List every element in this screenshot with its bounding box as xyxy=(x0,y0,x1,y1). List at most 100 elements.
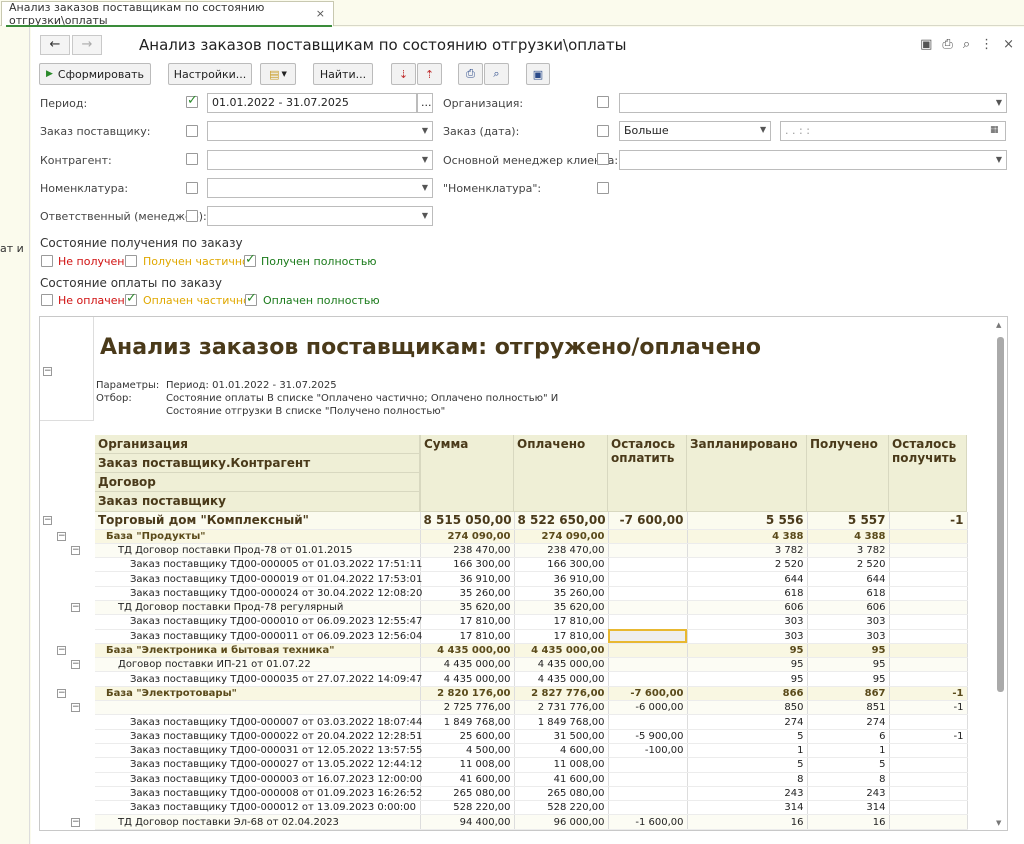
scroll-down-icon[interactable]: ▼ xyxy=(996,819,1001,827)
variants-button[interactable]: ▤ ▼ xyxy=(260,63,296,85)
row-sum[interactable]: 35 260,00 xyxy=(420,586,515,601)
row-name[interactable]: Торговый дом "Комплексный" xyxy=(95,512,421,530)
row-paid[interactable]: 2 827 776,00 xyxy=(514,686,609,702)
row-left-to-pay[interactable] xyxy=(608,671,688,687)
table-row[interactable]: Торговый дом "Комплексный" 8 515 050,00 8 … xyxy=(95,512,968,530)
row-received[interactable]: 274 xyxy=(807,714,890,730)
collapse-row-icon[interactable]: − xyxy=(71,817,80,827)
row-planned[interactable]: 303 xyxy=(687,614,808,630)
row-received[interactable]: 618 xyxy=(807,586,890,601)
order-date-field[interactable]: . . : : xyxy=(780,121,1006,141)
row-left-to-pay[interactable] xyxy=(608,571,688,587)
row-received[interactable]: 6 xyxy=(807,729,890,744)
row-paid[interactable]: 4 435 000,00 xyxy=(514,657,609,673)
row-left-to-receive[interactable]: -1 xyxy=(889,729,968,744)
row-left-to-pay[interactable] xyxy=(608,786,688,802)
row-left-to-receive[interactable] xyxy=(889,800,968,816)
row-paid[interactable]: 8 522 650,00 xyxy=(514,512,609,530)
row-received[interactable]: 4 388 xyxy=(807,529,890,544)
generate-button[interactable]: ▶ Сформировать xyxy=(39,63,151,85)
table-row[interactable]: Заказ поставщику ТД00-000012 от 13.09.20… xyxy=(95,800,968,816)
collapse-button[interactable]: ⇣ xyxy=(391,63,416,85)
calendar-icon[interactable]: ▦ xyxy=(990,125,999,135)
row-paid[interactable]: 1 849 768,00 xyxy=(514,714,609,730)
row-sum[interactable]: 17 810,00 xyxy=(420,614,515,630)
row-paid[interactable]: 2 731 776,00 xyxy=(514,700,609,716)
row-paid[interactable]: 265 080,00 xyxy=(514,786,609,802)
row-left-to-receive[interactable] xyxy=(889,657,968,673)
settings-button[interactable]: Настройки... xyxy=(168,63,252,85)
counterparty-field[interactable]: ▼ xyxy=(207,150,433,170)
row-sum[interactable]: 35 620,00 xyxy=(420,600,515,616)
collapse-row-icon[interactable]: − xyxy=(57,531,66,541)
row-received[interactable]: 5 557 xyxy=(807,512,890,530)
table-row[interactable]: ТД Договор поставки Прод-78 регулярный 35… xyxy=(95,600,968,616)
row-left-to-receive[interactable] xyxy=(889,629,968,644)
row-left-to-pay[interactable] xyxy=(608,714,688,730)
row-paid[interactable]: 4 435 000,00 xyxy=(514,643,609,659)
row-left-to-pay[interactable] xyxy=(608,543,688,559)
table-row[interactable]: База "Электротовары" 2 820 176,00 2 827 77… xyxy=(95,686,968,702)
row-left-to-receive[interactable] xyxy=(889,814,968,830)
row-name[interactable]: ТД Договор поставки Эл-68 от 02.04.2023 xyxy=(95,814,421,830)
row-paid[interactable]: 35 260,00 xyxy=(514,586,609,601)
row-name[interactable]: Заказ поставщику ТД00-000011 от 06.09.20… xyxy=(95,629,422,644)
row-sum[interactable]: 41 600,00 xyxy=(420,772,515,787)
collapse-row-icon[interactable]: − xyxy=(71,703,80,713)
row-planned[interactable]: 2 520 xyxy=(687,557,808,573)
row-left-to-pay[interactable] xyxy=(608,600,688,616)
row-received[interactable]: 95 xyxy=(807,671,890,687)
row-sum[interactable]: 8 515 050,00 xyxy=(420,512,515,530)
row-name[interactable]: Заказ поставщику ТД00-000010 от 06.09.20… xyxy=(95,614,422,630)
row-sum[interactable]: 4 435 000,00 xyxy=(420,657,515,673)
table-row[interactable]: ТД Договор поставки Прод-78 от 01.01.201… xyxy=(95,543,968,559)
row-received[interactable]: 1 xyxy=(807,743,890,759)
row-received[interactable]: 644 xyxy=(807,571,890,587)
row-name[interactable]: Заказ поставщику ТД00-000019 от 01.04.20… xyxy=(95,571,422,587)
row-planned[interactable]: 95 xyxy=(687,643,808,659)
table-row[interactable]: Договор поставки ИП-21 от 01.07.22 4 435 … xyxy=(95,657,968,673)
row-received[interactable]: 8 xyxy=(807,772,890,787)
save-button[interactable]: ▣ xyxy=(526,63,550,85)
row-received[interactable]: 851 xyxy=(807,700,890,716)
table-row[interactable]: Заказ поставщику ТД00-000024 от 30.04.20… xyxy=(95,586,968,601)
row-left-to-receive[interactable]: -1 xyxy=(889,700,968,716)
row-left-to-receive[interactable] xyxy=(889,543,968,559)
nomenclature-checkbox[interactable] xyxy=(186,182,198,194)
row-left-to-pay[interactable]: -6 000,00 xyxy=(608,700,688,716)
table-row[interactable]: Заказ поставщику ТД00-000019 от 01.04.20… xyxy=(95,571,968,587)
row-planned[interactable]: 8 xyxy=(687,772,808,787)
row-name[interactable]: База "Электроника и бытовая техника" xyxy=(95,643,421,659)
row-left-to-pay[interactable] xyxy=(608,657,688,673)
row-name[interactable]: Заказ поставщику ТД00-000022 от 20.04.20… xyxy=(95,729,422,744)
row-paid[interactable]: 238 470,00 xyxy=(514,543,609,559)
receipt-full-checkbox[interactable] xyxy=(244,252,256,267)
vertical-scrollbar[interactable]: ▲ ▼ xyxy=(996,321,1005,827)
table-row[interactable]: Заказ поставщику ТД00-000003 от 16.07.20… xyxy=(95,772,968,787)
row-left-to-receive[interactable]: -1 xyxy=(889,512,968,530)
row-left-to-pay[interactable] xyxy=(608,757,688,773)
collapse-row-icon[interactable]: − xyxy=(57,646,66,656)
row-paid[interactable]: 35 620,00 xyxy=(514,600,609,616)
row-left-to-pay[interactable] xyxy=(608,529,688,544)
row-name[interactable]: Заказ поставщику ТД00-000031 от 12.05.20… xyxy=(95,743,422,759)
row-left-to-pay[interactable] xyxy=(608,557,688,573)
row-left-to-receive[interactable] xyxy=(889,614,968,630)
row-planned[interactable]: 5 xyxy=(687,729,808,744)
save-icon[interactable]: ▣ xyxy=(920,37,932,52)
table-row[interactable]: Заказ поставщику ТД00-000011 от 06.09.20… xyxy=(95,629,968,644)
close-icon[interactable]: × xyxy=(1003,37,1014,52)
row-name[interactable]: Заказ поставщику ТД00-000024 от 30.04.20… xyxy=(95,586,422,601)
order-date-checkbox[interactable] xyxy=(597,125,609,137)
scroll-up-icon[interactable]: ▲ xyxy=(996,321,1001,329)
row-left-to-receive[interactable] xyxy=(889,743,968,759)
more-icon[interactable]: ⋮ xyxy=(980,37,993,52)
row-sum[interactable]: 2 725 776,00 xyxy=(420,700,515,716)
table-row[interactable]: Заказ поставщику ТД00-000007 от 03.03.20… xyxy=(95,714,968,730)
row-received[interactable]: 243 xyxy=(807,786,890,802)
collapse-row-icon[interactable]: − xyxy=(71,660,80,670)
row-planned[interactable]: 95 xyxy=(687,657,808,673)
client-manager-field[interactable]: ▼ xyxy=(619,150,1007,170)
collapse-row-icon[interactable]: − xyxy=(43,516,52,525)
row-paid[interactable]: 17 810,00 xyxy=(514,614,609,630)
